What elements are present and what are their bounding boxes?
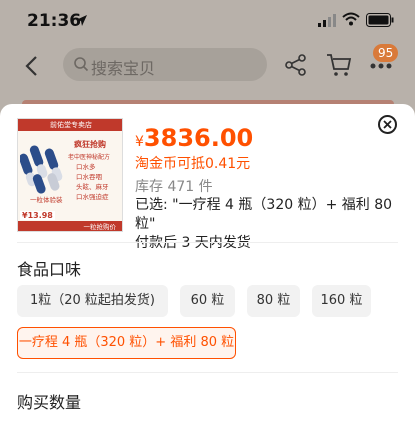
notification-badge: 95 <box>373 44 399 62</box>
thumbnail-note: 一粒体验装 <box>30 196 63 204</box>
thumbnail-price: ¥13.98 <box>20 211 55 220</box>
share-icon[interactable] <box>285 54 307 76</box>
thumbnail-list-item: 口水多 <box>76 163 96 171</box>
option-course-4-bottles[interactable]: 一疗程 4 瓶（320 粒）+ 福利 80 粒 <box>17 327 236 359</box>
thumbnail-sub: 老中医神秘配方 <box>68 154 111 161</box>
close-icon <box>383 120 392 129</box>
thumbnail-footer: 一粒抢购价 <box>18 221 122 231</box>
thumbnail-banner-text: 前佑堂专卖店 <box>50 121 92 129</box>
thumbnail-list-item: 口水强迫症 <box>76 193 109 201</box>
status-bar: 21:36 <box>0 0 415 44</box>
quantity-title: 购买数量 <box>17 393 82 412</box>
price: ¥3836.00 <box>135 124 253 152</box>
back-arrow-icon[interactable] <box>22 54 44 78</box>
thumbnail-headline: 疯狂抢购 <box>74 140 106 149</box>
thumbnail-banner: 前佑堂专卖店 <box>18 119 122 131</box>
thumbnail-list-item: 口水吞咽 <box>76 173 102 181</box>
thumbnail-list-item: 头眩、麻牙 <box>76 183 109 191</box>
coin-discount: 淘金币可抵0.41元 <box>135 156 251 172</box>
option-1-capsule[interactable]: 1粒（20 粒起拍发货) <box>17 285 168 317</box>
wifi-icon <box>342 12 360 26</box>
search-icon <box>74 57 89 72</box>
selected-summary: 已选: "一疗程 4 瓶（320 粒）+ 福利 80 粒" 付款后 3 天内发货 <box>135 196 405 253</box>
option-60-capsules[interactable]: 60 粒 <box>180 285 235 317</box>
shipping-info: 付款后 3 天内发货 <box>135 235 251 251</box>
battery-icon <box>366 13 394 27</box>
status-time: 21:36 <box>27 11 82 31</box>
cellular-signal-icon <box>318 14 336 27</box>
price-symbol: ¥ <box>135 134 144 150</box>
cart-icon[interactable] <box>326 53 352 77</box>
search-placeholder: 搜索宝贝 <box>91 59 156 78</box>
price-value: 3836.00 <box>143 124 254 152</box>
stock-count: 库存 471 件 <box>135 179 213 195</box>
top-nav: 搜索宝贝 95 <box>0 44 415 86</box>
option-160-capsules[interactable]: 160 粒 <box>312 285 371 317</box>
more-icon[interactable] <box>370 63 392 69</box>
divider <box>17 372 398 373</box>
close-button[interactable] <box>378 115 397 134</box>
option-80-capsules[interactable]: 80 粒 <box>247 285 300 317</box>
selected-variant: 已选: "一疗程 4 瓶（320 粒）+ 福利 80 粒" <box>135 197 393 232</box>
thumbnail-list: 口水多 口水吞咽 头眩、麻牙 口水强迫症 <box>76 162 109 202</box>
capsule-image <box>20 145 63 194</box>
divider <box>17 242 398 243</box>
sku-sheet: 前佑堂专卖店 疯狂抢购 老中医神秘配方 口水多 口水吞咽 头眩、麻牙 口水强迫症… <box>0 104 415 422</box>
flavor-title: 食品口味 <box>17 260 82 279</box>
location-arrow-icon <box>76 15 87 26</box>
search-input[interactable]: 搜索宝贝 <box>63 48 267 81</box>
product-thumbnail[interactable]: 前佑堂专卖店 疯狂抢购 老中医神秘配方 口水多 口水吞咽 头眩、麻牙 口水强迫症… <box>17 118 123 232</box>
